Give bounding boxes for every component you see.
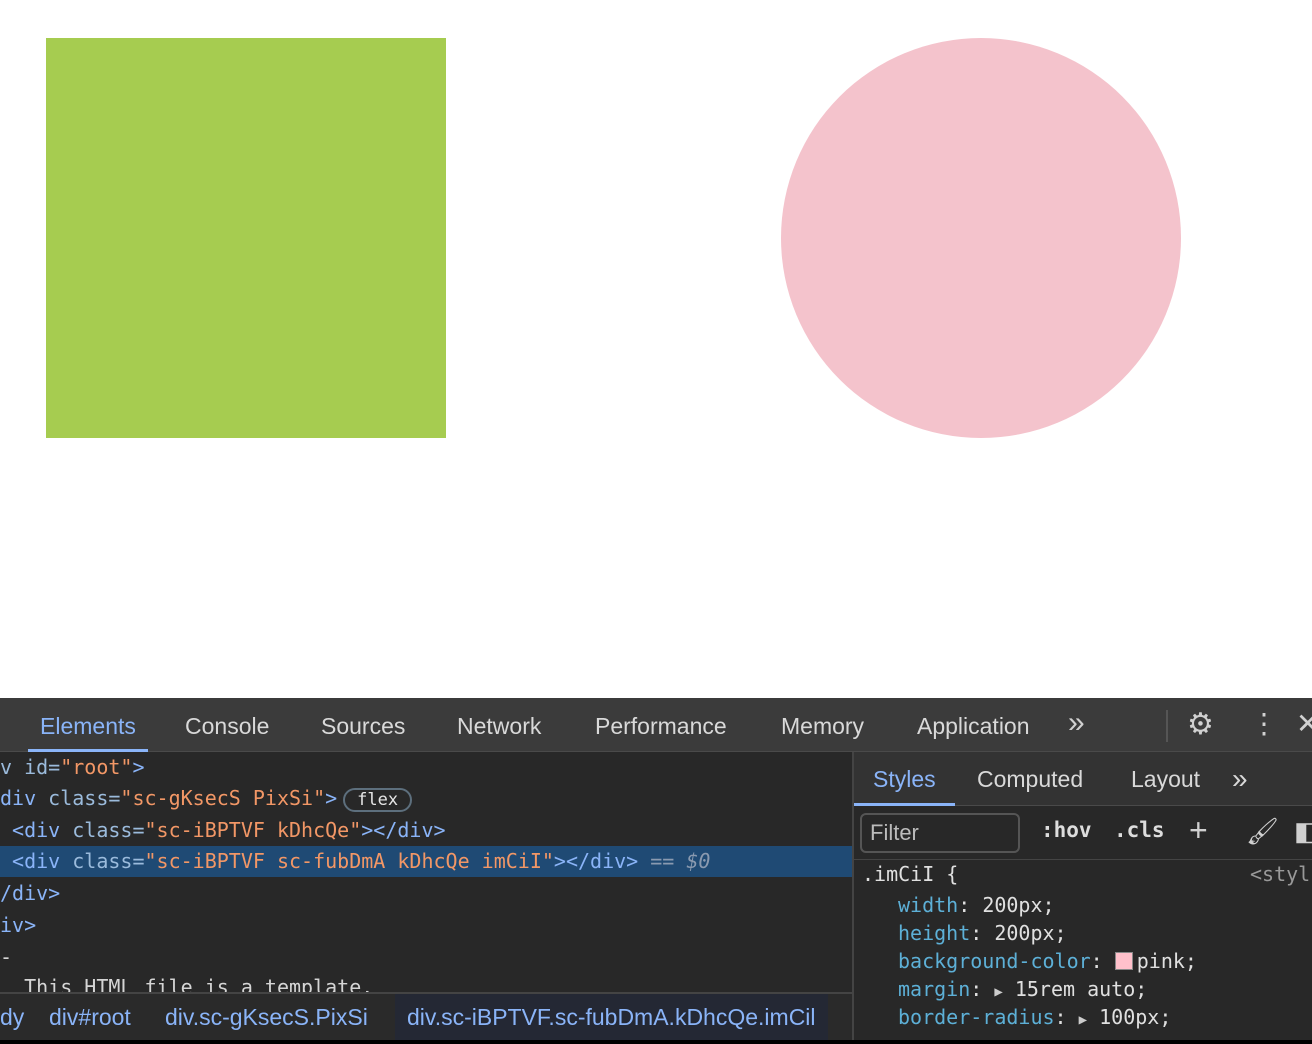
devtools-panel: Elements Console Sources Network Perform… [0, 698, 1312, 1044]
toolbar-divider [1166, 710, 1168, 742]
tag-name: <div [0, 849, 73, 873]
dom-line-selected[interactable]: <div class="sc-iBPTVF sc-fubDmA kDhcQe i… [0, 846, 852, 877]
hov-button[interactable]: :hov [1041, 818, 1092, 842]
tag-end: ></div> [361, 818, 446, 842]
attr-name: class= [72, 849, 145, 873]
tag-end: > [325, 786, 338, 810]
attr-value: "sc-gKsecS PixSi" [120, 786, 326, 810]
property-name: border-radius [898, 1005, 1055, 1029]
toggle-sidebar-icon[interactable]: ◧ [1294, 816, 1312, 847]
styles-toolbar: Filter :hov .cls + 🖌 ◧ [854, 806, 1312, 860]
tab-memory[interactable]: Memory [781, 698, 864, 752]
dom-tree: v id="root"> div class="sc-gKsecS PixSi"… [0, 752, 852, 992]
attr-value: "sc-iBPTVF kDhcQe" [144, 818, 362, 842]
console-ref: $0 [686, 849, 711, 873]
cls-button[interactable]: .cls [1114, 818, 1165, 842]
dom-line-close-div[interactable]: /div> [0, 878, 60, 909]
add-rule-icon[interactable]: + [1189, 812, 1208, 849]
pink-circle [781, 38, 1181, 438]
breadcrumb-flex-container[interactable]: div.sc-gKsecS.PixSi [165, 994, 368, 1040]
property-name: width [898, 893, 959, 917]
rule-source-link[interactable]: <styl [1250, 860, 1310, 888]
more-tabs-icon[interactable]: » [1068, 706, 1085, 740]
breadcrumb: dy div#root div.sc-gKsecS.PixSi div.sc-i… [0, 992, 852, 1040]
styles-tabs: Styles Computed Layout » [854, 752, 1312, 806]
tab-network[interactable]: Network [457, 698, 541, 752]
tab-sources[interactable]: Sources [321, 698, 405, 752]
tag-name: <div [0, 818, 73, 842]
property-value: 100px; [1099, 1005, 1172, 1029]
expand-triangle-icon[interactable]: ▶ [1079, 1012, 1087, 1028]
css-declaration[interactable]: height: 200px; [898, 919, 1067, 947]
close-icon[interactable]: ✕ [1296, 707, 1312, 740]
dom-line-square[interactable]: <div class="sc-iBPTVF kDhcQe"></div> [0, 815, 446, 846]
breadcrumb-selected[interactable]: div.sc-iBPTVF.sc-fubDmA.kDhcQe.imCil [395, 994, 828, 1040]
attr-value: "root" [60, 755, 133, 779]
dom-line-close-root[interactable]: iv> [0, 910, 36, 941]
tab-computed[interactable]: Computed [977, 752, 1083, 806]
rule-selector[interactable]: .imCiI { [862, 860, 958, 888]
property-name: background-color [898, 949, 1091, 973]
dom-line-flex-container[interactable]: div class="sc-gKsecS PixSi"> flex [0, 783, 413, 814]
filter-input[interactable]: Filter [860, 813, 1020, 853]
more-tabs-icon[interactable]: » [1232, 752, 1248, 806]
property-name: margin [898, 977, 971, 1001]
tab-application[interactable]: Application [917, 698, 1030, 752]
property-name: height [898, 921, 971, 945]
property-value: pink; [1136, 949, 1197, 973]
attr-name: class= [72, 818, 145, 842]
css-declaration[interactable]: margin: ▶ 15rem auto; [898, 975, 1147, 1003]
property-value: 200px; [982, 893, 1055, 917]
css-declaration[interactable]: border-radius: ▶ 100px; [898, 1003, 1171, 1031]
window-edge [0, 1040, 1312, 1044]
page-viewport [0, 0, 1312, 698]
tab-layout[interactable]: Layout [1131, 752, 1200, 806]
css-declaration[interactable]: background-color: pink; [898, 947, 1197, 975]
attr-value: "sc-iBPTVF sc-fubDmA kDhcQe imCiI" [144, 849, 554, 873]
attr-name: v id= [0, 755, 61, 779]
equals-marker: == [638, 849, 687, 873]
color-swatch[interactable] [1114, 952, 1133, 970]
breadcrumb-root[interactable]: div#root [49, 994, 131, 1040]
devtools-toolbar: Elements Console Sources Network Perform… [0, 698, 1312, 752]
tab-console[interactable]: Console [185, 698, 269, 752]
tab-performance[interactable]: Performance [595, 698, 727, 752]
dom-line-root[interactable]: v id="root"> [0, 752, 145, 783]
property-value: 15rem auto; [1014, 977, 1148, 1001]
tag-end: ></div> [553, 849, 639, 873]
tag-end: > [132, 755, 145, 779]
css-declaration[interactable]: width: 200px; [898, 891, 1055, 919]
tag-name: div [0, 786, 49, 810]
green-square [46, 38, 446, 438]
kebab-menu-icon[interactable]: ⋮ [1250, 707, 1278, 740]
paint-brush-icon[interactable]: 🖌 [1246, 816, 1279, 847]
styles-pane: Styles Computed Layout » Filter :hov .cl… [854, 752, 1312, 1044]
flex-badge[interactable]: flex [343, 787, 413, 812]
gear-icon[interactable]: ⚙ [1187, 707, 1214, 742]
dom-line-comment-start[interactable]: - [0, 942, 12, 973]
dom-line-comment-text[interactable]: This HTML file is a template. [0, 972, 373, 992]
tab-elements[interactable]: Elements [28, 698, 148, 752]
attr-name: class= [48, 786, 121, 810]
tab-styles[interactable]: Styles [854, 752, 955, 806]
breadcrumb-body[interactable]: dy [0, 994, 24, 1040]
property-value: 200px; [994, 921, 1067, 945]
expand-triangle-icon[interactable]: ▶ [994, 984, 1002, 1000]
